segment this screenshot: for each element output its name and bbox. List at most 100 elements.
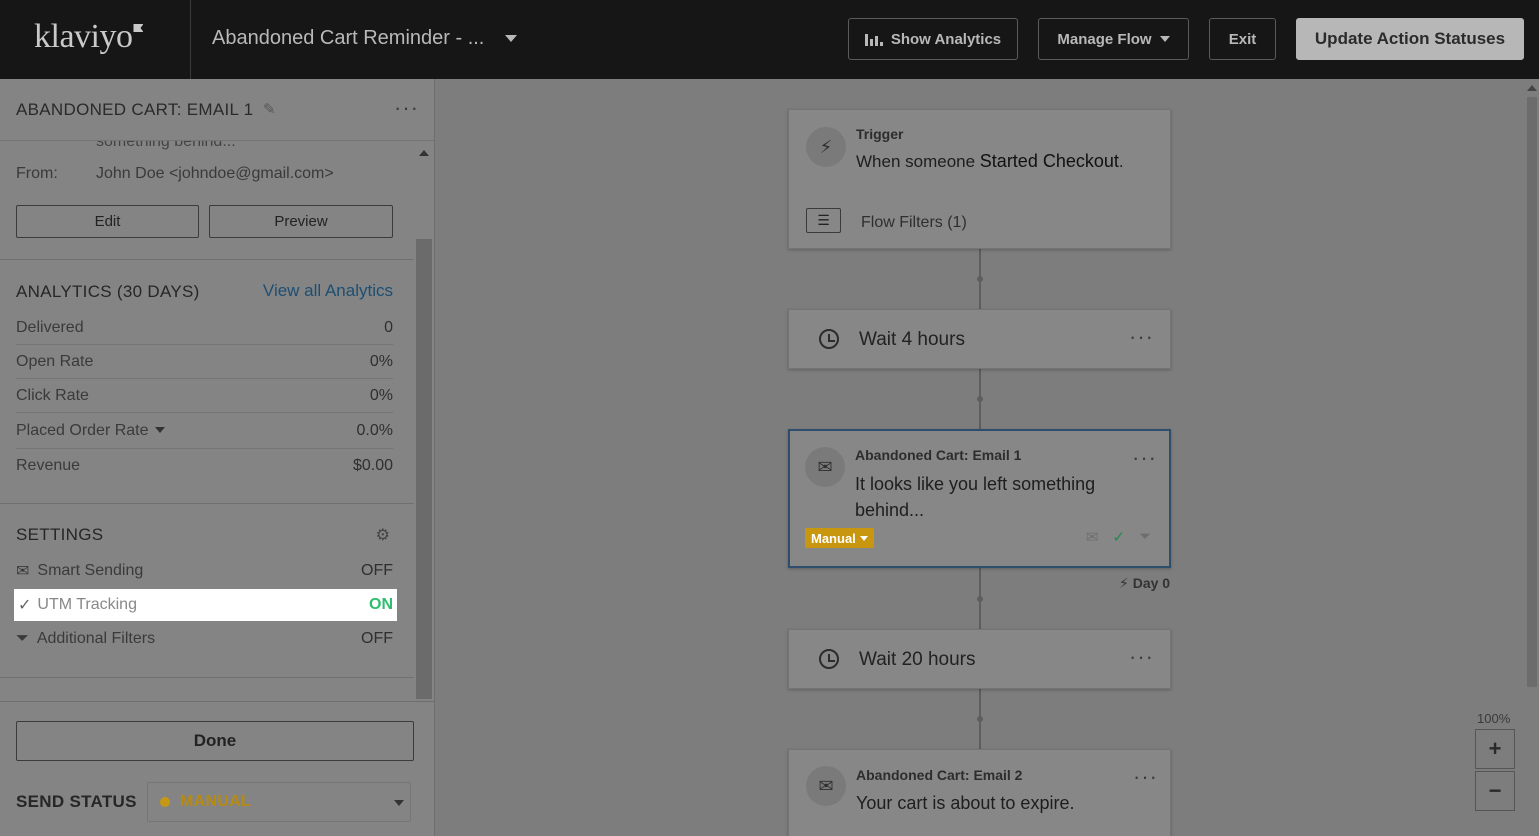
setting-additional-filters[interactable]: ⏷ Additional Filters OFF — [16, 625, 393, 653]
connector-dot — [977, 396, 983, 402]
panel-scroll-area[interactable]: something behind... From: John Doe <john… — [0, 141, 415, 701]
flow-canvas[interactable]: ⚡ Trigger When someone Started Checkout.… — [435, 79, 1539, 836]
utm-tracking-icon: ✓ — [18, 597, 32, 614]
send-status-label: SEND STATUS — [16, 792, 137, 811]
row-value: 0% — [369, 386, 393, 404]
topbar-divider — [190, 0, 191, 79]
exit-button[interactable]: Exit — [1209, 18, 1276, 60]
more-options-icon[interactable]: ··· — [394, 97, 419, 119]
flow-filters-label[interactable]: Flow Filters (1) — [861, 214, 967, 232]
clock-icon — [819, 329, 839, 349]
update-action-statuses-button[interactable]: Update Action Statuses — [1296, 18, 1524, 60]
utm-tracking-icon: ✓ — [1112, 529, 1125, 546]
flow-filters-icon[interactable]: ☰ — [806, 208, 841, 233]
panel-header: ABANDONED CART: EMAIL 1 ✎ ··· — [0, 79, 434, 141]
trigger-metric: Started Checkout — [979, 151, 1119, 171]
scroll-up-icon[interactable] — [419, 150, 429, 156]
edit-button[interactable]: Edit — [16, 205, 199, 238]
trigger-label: Trigger — [856, 126, 904, 142]
analytics-title: ANALYTICS (30 DAYS) — [16, 282, 200, 301]
more-options-icon[interactable]: ··· — [1133, 766, 1158, 788]
done-button[interactable]: Done — [16, 721, 414, 761]
send-status-select[interactable]: MANUAL — [147, 782, 411, 822]
day-marker: ⚡ Day 0 — [1119, 575, 1171, 591]
view-all-analytics-link[interactable]: View all Analytics — [263, 281, 393, 301]
flow-name-title[interactable]: Abandoned Cart Reminder - ... — [212, 27, 484, 50]
divider — [0, 503, 414, 504]
show-analytics-label: Show Analytics — [890, 30, 1002, 48]
setting-utm-tracking[interactable]: ✓ UTM Tracking ON — [14, 589, 397, 621]
wait-card[interactable]: Wait 4 hours ··· — [788, 309, 1171, 369]
envelope-icon: ✉ — [805, 447, 845, 487]
chevron-down-icon — [859, 535, 868, 541]
zoom-level: 100% — [1477, 711, 1511, 726]
wait-duration: Wait 20 hours — [859, 649, 976, 670]
manage-flow-label: Manage Flow — [1057, 30, 1152, 48]
from-value: John Doe <johndoe@gmail.com> — [96, 165, 334, 182]
chevron-down-icon — [1159, 36, 1170, 42]
manual-status-badge[interactable]: Manual — [805, 528, 874, 548]
scroll-up-icon[interactable] — [1527, 85, 1537, 91]
chevron-down-icon[interactable] — [505, 35, 517, 42]
show-analytics-button[interactable]: Show Analytics — [848, 18, 1018, 60]
row-label: Delivered — [16, 318, 84, 336]
settings-title: SETTINGS — [16, 525, 104, 544]
zoom-out-button[interactable]: − — [1475, 771, 1515, 811]
analytics-row-click-rate: Click Rate 0% — [16, 379, 393, 413]
analytics-row-open-rate: Open Rate 0% — [16, 345, 393, 379]
wait-card[interactable]: Wait 20 hours ··· — [788, 629, 1171, 689]
scrollbar-thumb[interactable] — [1527, 97, 1537, 687]
trigger-card[interactable]: ⚡ Trigger When someone Started Checkout.… — [788, 109, 1171, 249]
klaviyo-logo[interactable]: klaviyo — [34, 18, 144, 56]
connector-dot — [977, 596, 983, 602]
more-options-icon[interactable]: ··· — [1129, 326, 1154, 348]
analytics-row-revenue: Revenue $0.00 — [16, 449, 393, 483]
logo-text: klaviyo — [34, 18, 133, 55]
row-value: 0 — [384, 318, 393, 336]
trigger-description: When someone Started Checkout. — [856, 148, 1124, 175]
email-subject: Your cart is about to expire. — [856, 793, 1075, 813]
email-subject: It looks like you left something behind.… — [855, 474, 1096, 520]
connector-dot — [977, 716, 983, 722]
row-value: 0.0% — [356, 421, 393, 439]
lightning-icon: ⚡ — [806, 127, 846, 167]
gear-icon[interactable]: ⚙ — [376, 525, 390, 545]
preview-button[interactable]: Preview — [209, 205, 393, 238]
setting-value: OFF — [361, 630, 393, 647]
email-card-2[interactable]: ✉ Abandoned Cart: Email 2 Your cart is a… — [788, 749, 1171, 836]
bar-chart-icon — [864, 32, 883, 46]
more-options-icon[interactable]: ··· — [1129, 646, 1154, 668]
day-label: Day 0 — [1132, 575, 1171, 591]
setting-value: OFF — [361, 562, 393, 579]
from-label: From: — [16, 165, 58, 182]
divider — [0, 677, 414, 678]
setting-value: ON — [369, 596, 393, 613]
email-card-1[interactable]: ✉ Abandoned Cart: Email 1 It looks like … — [788, 429, 1171, 568]
panel-footer: Done SEND STATUS MANUAL — [0, 701, 434, 836]
zoom-in-button[interactable]: + — [1475, 729, 1515, 769]
filter-icon: ⏷ — [16, 630, 29, 647]
scrollbar-thumb[interactable] — [416, 239, 432, 699]
send-status-value: MANUAL — [180, 793, 252, 810]
email-setting-icons: ✉ ✓ ⏷ — [1086, 528, 1151, 546]
subject-preview: something behind... — [96, 141, 236, 150]
wait-duration: Wait 4 hours — [859, 329, 965, 350]
panel-title: ABANDONED CART: EMAIL 1 — [16, 100, 254, 119]
manage-flow-button[interactable]: Manage Flow — [1038, 18, 1189, 60]
pencil-icon[interactable]: ✎ — [263, 100, 276, 118]
canvas-scrollbar[interactable] — [1525, 79, 1539, 836]
row-label: Placed Order Rate — [16, 421, 149, 439]
row-value: $0.00 — [352, 457, 393, 474]
setting-label: Additional Filters — [36, 630, 156, 647]
setting-smart-sending[interactable]: ✉ Smart Sending OFF — [16, 557, 393, 585]
clock-icon — [819, 649, 839, 669]
metric-selector[interactable]: Placed Order Rate — [16, 422, 165, 440]
smart-sending-icon: ✉ — [16, 563, 30, 580]
row-label: Revenue — [16, 457, 81, 474]
panel-scrollbar[interactable] — [416, 141, 432, 701]
analytics-row-placed-order-rate[interactable]: Placed Order Rate 0.0% — [16, 413, 393, 449]
email-label: Abandoned Cart: Email 2 — [856, 767, 1023, 783]
email-label: Abandoned Cart: Email 1 — [855, 447, 1022, 463]
more-options-icon[interactable]: ··· — [1132, 447, 1157, 469]
status-dot-icon — [160, 797, 170, 807]
